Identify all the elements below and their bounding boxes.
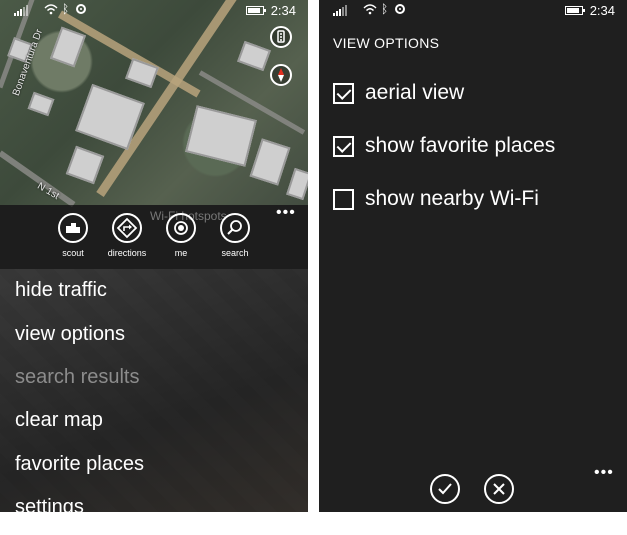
option-aerial-view[interactable]: aerial view xyxy=(333,81,464,105)
more-options-button[interactable]: ••• xyxy=(594,465,614,481)
map-building xyxy=(185,105,257,167)
menu-item-favorite-places[interactable]: favorite places xyxy=(15,453,144,476)
bluetooth-icon: ᛒ xyxy=(381,2,389,16)
directions-label: directions xyxy=(107,248,147,258)
option-show-favorite-places[interactable]: show favorite places xyxy=(333,134,555,158)
option-label: show favorite places xyxy=(365,134,556,157)
checkbox-unchecked[interactable] xyxy=(333,188,354,210)
map-road xyxy=(0,150,76,208)
option-show-nearby-wifi[interactable]: show nearby Wi-Fi xyxy=(333,187,539,211)
wifi-icon xyxy=(363,4,377,15)
wifi-icon xyxy=(44,4,58,15)
more-options-button[interactable]: ••• xyxy=(276,205,296,221)
location-icon xyxy=(395,4,405,14)
signal-icon xyxy=(14,5,28,16)
map-building xyxy=(237,40,271,72)
close-icon xyxy=(493,483,505,495)
battery-icon xyxy=(246,6,266,15)
me-icon xyxy=(166,213,196,243)
me-button[interactable]: me xyxy=(151,213,211,258)
check-icon xyxy=(438,483,452,495)
menu-item-view-options[interactable]: view options xyxy=(15,323,125,346)
aerial-map[interactable]: Bonaventura Dr N 1st xyxy=(0,0,308,208)
status-time: 2:34 xyxy=(589,3,615,18)
view-options-screen: ᛒ 2:34 VIEW OPTIONS aerial view show fav… xyxy=(319,0,627,512)
status-bar: ᛒ 2:34 xyxy=(0,0,308,22)
map-building xyxy=(49,26,87,68)
menu-item-hide-traffic[interactable]: hide traffic xyxy=(15,279,107,302)
checkbox-checked[interactable] xyxy=(333,135,354,157)
scout-icon xyxy=(58,213,88,243)
location-icon xyxy=(76,4,86,14)
map-building xyxy=(286,167,308,201)
directions-button[interactable]: directions xyxy=(97,213,157,258)
checkbox-checked[interactable] xyxy=(333,82,354,104)
option-label: aerial view xyxy=(365,81,465,104)
traffic-icon[interactable] xyxy=(270,26,292,48)
me-label: me xyxy=(174,248,188,258)
scout-button[interactable]: scout xyxy=(43,213,103,258)
cancel-button[interactable] xyxy=(484,474,514,504)
map-building xyxy=(125,57,159,89)
map-building xyxy=(65,145,105,185)
battery-icon xyxy=(565,6,585,15)
search-icon xyxy=(220,213,250,243)
signal-icon xyxy=(333,5,347,16)
menu-item-search-results: search results xyxy=(15,366,140,388)
map-building xyxy=(27,91,55,117)
bluetooth-icon: ᛒ xyxy=(62,2,70,16)
status-time: 2:34 xyxy=(270,3,296,18)
map-building xyxy=(249,138,291,186)
map-road xyxy=(58,10,201,98)
menu-item-settings[interactable]: settings xyxy=(15,496,84,512)
scout-label: scout xyxy=(62,248,84,258)
search-label: search xyxy=(221,248,249,258)
search-button[interactable]: search xyxy=(205,213,265,258)
directions-icon xyxy=(112,213,142,243)
menu-item-clear-map[interactable]: clear map xyxy=(15,409,103,432)
confirm-button[interactable] xyxy=(430,474,460,504)
maps-app-screen: Bonaventura Dr N 1st ᛒ 2:34 Wi-Fi hotspo… xyxy=(0,0,308,512)
compass-icon[interactable] xyxy=(270,64,292,86)
page-title: VIEW OPTIONS xyxy=(333,35,440,51)
status-bar: ᛒ 2:34 xyxy=(319,0,627,22)
app-bar: Wi-Fi hotspots scout directions me searc… xyxy=(0,205,308,269)
option-label: show nearby Wi-Fi xyxy=(365,187,539,210)
